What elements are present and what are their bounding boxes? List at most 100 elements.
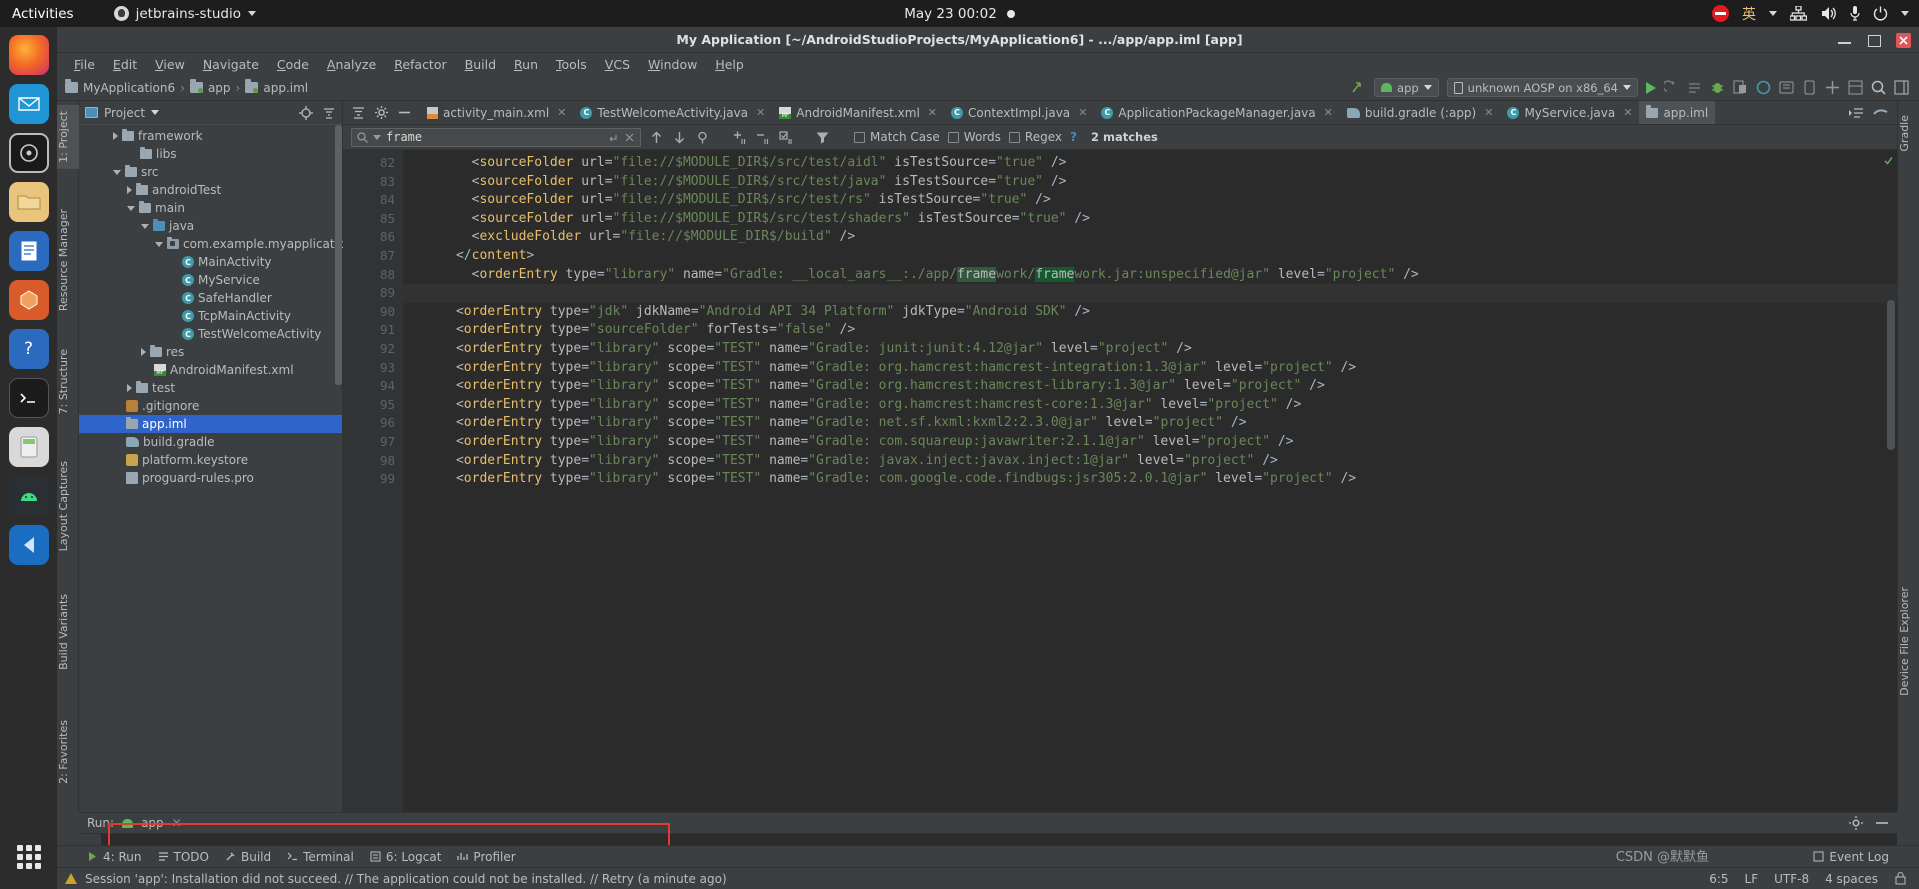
activities-button[interactable]: Activities bbox=[12, 6, 74, 22]
add-selection-icon[interactable] bbox=[732, 130, 747, 145]
find-in-selection-icon[interactable] bbox=[695, 130, 710, 145]
maximize-button[interactable] bbox=[1867, 34, 1881, 47]
microphone-icon[interactable] bbox=[1850, 5, 1860, 22]
editor-tab[interactable]: app.iml bbox=[1639, 101, 1716, 124]
sync-project-icon[interactable] bbox=[1351, 80, 1366, 95]
editor-tab[interactable]: C ContextImpl.java ✕ bbox=[944, 101, 1094, 124]
tree-node[interactable]: java bbox=[79, 217, 342, 235]
apply-changes-icon[interactable] bbox=[1664, 80, 1679, 95]
do-not-disturb-icon[interactable] bbox=[1712, 5, 1729, 22]
code-line[interactable]: <excludeFolder url="file://$MODULE_DIR$/… bbox=[403, 228, 1897, 247]
expand-arrow-icon[interactable] bbox=[113, 132, 118, 140]
tree-node[interactable]: com.example.myapplication bbox=[79, 235, 353, 253]
left-tool-tab-project[interactable]: 1: Project bbox=[57, 105, 79, 169]
clear-search-icon[interactable] bbox=[624, 132, 635, 143]
device-selector[interactable]: unknown AOSP on x86_64 bbox=[1446, 78, 1638, 97]
tree-node[interactable]: main bbox=[79, 199, 342, 217]
editor-tab[interactable]: C MyService.java ✕ bbox=[1500, 101, 1639, 124]
status-message[interactable]: Session 'app': Installation did not succ… bbox=[85, 872, 727, 886]
tree-node[interactable]: libs bbox=[79, 145, 342, 163]
expand-arrow-icon[interactable] bbox=[141, 348, 146, 356]
menu-navigate[interactable]: Navigate bbox=[194, 55, 268, 74]
left-tool-tab-favorites[interactable]: 2: Favorites bbox=[57, 714, 79, 790]
avd-manager-icon[interactable] bbox=[1802, 80, 1817, 95]
hide-panel-icon[interactable] bbox=[398, 106, 411, 119]
close-tab-icon[interactable]: ✕ bbox=[928, 106, 937, 119]
regex-checkbox[interactable]: Regex bbox=[1008, 130, 1062, 144]
match-case-checkbox[interactable]: Match Case bbox=[854, 130, 940, 144]
tree-node[interactable]: test bbox=[79, 379, 342, 397]
volume-icon[interactable] bbox=[1820, 6, 1837, 21]
active-app-menu[interactable]: jetbrains-studio bbox=[113, 6, 257, 22]
stop-icon[interactable] bbox=[1756, 80, 1771, 95]
ime-chevron-down-icon[interactable] bbox=[1769, 11, 1777, 16]
regex-help-link[interactable]: ? bbox=[1070, 130, 1077, 144]
sdk-manager-icon[interactable] bbox=[1779, 80, 1794, 95]
left-tool-tab-buildvariants[interactable]: Build Variants bbox=[57, 588, 79, 676]
close-tab-icon[interactable]: ✕ bbox=[1484, 106, 1493, 119]
right-tool-tab-devicefileexplorer[interactable]: Device File Explorer bbox=[1898, 581, 1919, 702]
expand-arrow-icon[interactable] bbox=[127, 384, 132, 392]
tree-node[interactable]: res bbox=[79, 343, 342, 361]
search-input[interactable]: frame bbox=[351, 127, 641, 147]
code-line[interactable]: <orderEntry type="library" scope="TEST" … bbox=[403, 377, 1897, 396]
thunderbird-icon[interactable] bbox=[8, 84, 49, 124]
power-icon[interactable] bbox=[1873, 6, 1888, 21]
editor-tab[interactable]: C TestWelcomeActivity.java ✕ bbox=[573, 101, 772, 124]
menu-edit[interactable]: Edit bbox=[104, 55, 146, 74]
words-checkbox[interactable]: Words bbox=[947, 130, 1001, 144]
code-line[interactable]: <orderEntry type="library" scope="TEST" … bbox=[403, 396, 1897, 415]
code-line[interactable]: <sourceFolder url="file://$MODULE_DIR$/s… bbox=[403, 210, 1897, 229]
run-configuration-selector[interactable]: app bbox=[1374, 78, 1439, 97]
select-all-occurrences-icon[interactable] bbox=[778, 130, 793, 145]
libreoffice-writer-icon[interactable] bbox=[8, 231, 49, 271]
remove-selection-icon[interactable] bbox=[755, 130, 770, 145]
tree-node[interactable]: app.iml bbox=[79, 415, 342, 433]
project-scrollbar[interactable] bbox=[335, 125, 342, 385]
close-tab-icon[interactable]: ✕ bbox=[1623, 106, 1632, 119]
close-run-tab-icon[interactable]: ✕ bbox=[172, 816, 182, 830]
code-editor[interactable]: 82 83 84 85 86 87 88 89 90 91 92 93 94 95 96 97 98 99 <so… bbox=[343, 150, 1897, 812]
tree-node[interactable]: C TcpMainActivity bbox=[79, 307, 342, 325]
left-tool-tab-resourcemanager[interactable]: Resource Manager bbox=[57, 203, 79, 317]
tree-node[interactable]: proguard-rules.pro bbox=[79, 469, 342, 487]
collapse-arrow-icon[interactable] bbox=[127, 205, 135, 211]
menu-build[interactable]: Build bbox=[456, 55, 505, 74]
caret-position[interactable]: 6:5 bbox=[1709, 872, 1728, 886]
menu-tools[interactable]: Tools bbox=[547, 55, 596, 74]
collapse-arrow-icon[interactable] bbox=[155, 241, 163, 247]
tree-node[interactable]: framework bbox=[79, 127, 342, 145]
debug-icon[interactable] bbox=[1710, 80, 1725, 95]
project-view-chevron-icon[interactable] bbox=[151, 110, 160, 115]
tree-node[interactable]: C MainActivity bbox=[79, 253, 342, 271]
code-line[interactable]: <orderEntry type="library" scope="TEST" … bbox=[403, 433, 1897, 452]
hide-tabs-icon[interactable] bbox=[352, 106, 365, 119]
run-config-tab-label[interactable]: app bbox=[141, 816, 164, 830]
inspection-status-icon[interactable] bbox=[1884, 156, 1893, 165]
search-everywhere-icon[interactable] bbox=[1871, 80, 1886, 95]
software-center-icon[interactable] bbox=[8, 280, 49, 320]
menu-help[interactable]: Help bbox=[706, 55, 753, 74]
menu-code[interactable]: Code bbox=[268, 55, 318, 74]
close-tab-icon[interactable]: ✕ bbox=[1324, 106, 1333, 119]
tree-node[interactable]: src bbox=[79, 163, 342, 181]
tab-list-icon[interactable] bbox=[1849, 107, 1865, 119]
indent-setting[interactable]: 4 spaces bbox=[1825, 872, 1878, 886]
left-tool-tab-layoutcaptures[interactable]: Layout Captures bbox=[57, 455, 79, 557]
code-line[interactable]: <orderEntry type="sourceFolder" forTests… bbox=[403, 321, 1897, 340]
profile-icon[interactable] bbox=[1733, 80, 1748, 95]
breadcrumb-item-module[interactable]: app bbox=[208, 81, 231, 95]
android-studio-icon[interactable] bbox=[8, 476, 49, 516]
breadcrumb-item-file[interactable]: app.iml bbox=[263, 81, 308, 95]
code-line[interactable]: <orderEntry type="library" name="Gradle:… bbox=[403, 266, 1897, 285]
apply-code-changes-icon[interactable] bbox=[1687, 80, 1702, 95]
tree-node[interactable]: .gitignore bbox=[79, 397, 342, 415]
close-tab-icon[interactable]: ✕ bbox=[1078, 106, 1087, 119]
code-line[interactable]: <sourceFolder url="file://$MODULE_DIR$/s… bbox=[403, 154, 1897, 173]
bottom-tab-build[interactable]: Build bbox=[225, 850, 271, 864]
code-line[interactable]: <orderEntry type="library" scope="TEST" … bbox=[403, 414, 1897, 433]
bottom-tab-eventlog[interactable]: Event Log bbox=[1813, 850, 1919, 864]
bottom-tab-logcat[interactable]: 6: Logcat bbox=[370, 850, 441, 864]
close-tab-icon[interactable]: ✕ bbox=[557, 106, 566, 119]
editor-tab[interactable]: activity_main.xml ✕ bbox=[420, 101, 573, 124]
